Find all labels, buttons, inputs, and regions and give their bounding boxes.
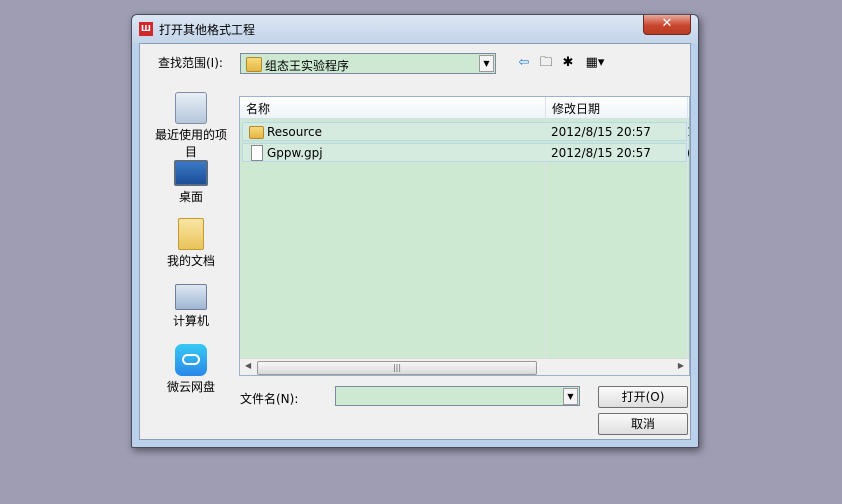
table-row[interactable]: Gppw.gpj 2012/8/15 20:57 ( bbox=[242, 143, 689, 162]
file-extra: ( bbox=[687, 146, 689, 160]
dialog-client: 查找范围(I): 组态王实验程序 ▼ ⇦ 🗀 ✱ ▦▾ 最近使用的项目 桌面 我… bbox=[139, 43, 691, 440]
look-in-value: 组态王实验程序 bbox=[265, 59, 350, 73]
place-documents[interactable]: 我的文档 bbox=[150, 218, 232, 269]
filename-label: 文件名(N): bbox=[240, 392, 299, 406]
place-label: 桌面 bbox=[178, 190, 203, 204]
folder-icon bbox=[246, 57, 262, 72]
place-recent[interactable]: 最近使用的项目 bbox=[150, 92, 232, 160]
view-menu-icon[interactable]: ▦▾ bbox=[581, 54, 609, 72]
desktop-icon bbox=[174, 160, 208, 186]
look-in-combo[interactable]: 组态王实验程序 ▼ bbox=[240, 53, 496, 74]
scroll-left-icon[interactable]: ◀ bbox=[245, 361, 251, 370]
up-folder-icon[interactable]: 🗀 bbox=[537, 54, 555, 72]
computer-icon bbox=[175, 284, 207, 310]
scroll-right-icon[interactable]: ▶ bbox=[678, 361, 684, 370]
scroll-thumb[interactable]: ||| bbox=[257, 361, 537, 375]
sort-arrow-icon: ⌃ bbox=[390, 96, 397, 103]
new-folder-icon[interactable]: ✱ bbox=[559, 54, 577, 72]
place-cloud[interactable]: 微云网盘 bbox=[150, 344, 232, 395]
file-extra: 1 bbox=[687, 125, 689, 139]
chevron-down-icon[interactable]: ▼ bbox=[563, 388, 578, 405]
place-label: 我的文档 bbox=[166, 254, 215, 268]
list-header: 名称 ⌃ 修改日期 bbox=[240, 97, 689, 119]
close-button[interactable]: ✕ bbox=[643, 15, 691, 35]
folder-icon bbox=[249, 126, 264, 139]
file-date: 2012/8/15 20:57 bbox=[551, 125, 651, 139]
app-icon: Ш bbox=[139, 22, 153, 36]
place-label: 最近使用的项目 bbox=[154, 128, 227, 159]
places-bar: 最近使用的项目 桌面 我的文档 计算机 微云网盘 bbox=[150, 92, 232, 395]
dialog-title: 打开其他格式工程 bbox=[159, 23, 256, 37]
recent-icon bbox=[175, 92, 207, 124]
open-dialog: Ш 打开其他格式工程 ✕ 查找范围(I): 组态王实验程序 ▼ ⇦ 🗀 ✱ ▦▾… bbox=[131, 14, 699, 448]
column-name-header[interactable]: 名称 bbox=[246, 100, 270, 117]
column-modified-header[interactable]: 修改日期 bbox=[552, 100, 600, 117]
file-date: 2012/8/15 20:57 bbox=[551, 146, 651, 160]
place-label: 微云网盘 bbox=[166, 380, 215, 394]
horizontal-scrollbar[interactable]: ◀ ||| ▶ bbox=[240, 358, 689, 375]
chevron-down-icon[interactable]: ▼ bbox=[479, 55, 494, 72]
place-desktop[interactable]: 桌面 bbox=[150, 160, 232, 205]
table-row[interactable]: Resource 2012/8/15 20:57 1 bbox=[242, 122, 689, 141]
filename-combo[interactable]: ▼ bbox=[335, 386, 580, 406]
file-list[interactable]: 名称 ⌃ 修改日期 Resource 2012/8/15 20:57 1 Gpp… bbox=[239, 96, 690, 376]
file-name: Resource bbox=[267, 125, 323, 139]
file-icon bbox=[251, 145, 263, 161]
place-computer[interactable]: 计算机 bbox=[150, 284, 232, 329]
cloud-drive-icon bbox=[175, 344, 207, 376]
open-button[interactable]: 打开(O) bbox=[598, 386, 688, 408]
back-arrow-icon[interactable]: ⇦ bbox=[515, 54, 533, 72]
place-label: 计算机 bbox=[172, 314, 209, 328]
look-in-label: 查找范围(I): bbox=[158, 56, 223, 70]
cancel-button[interactable]: 取消 bbox=[598, 413, 688, 435]
title-bar[interactable]: Ш 打开其他格式工程 ✕ bbox=[132, 15, 698, 43]
file-name: Gppw.gpj bbox=[267, 146, 323, 160]
documents-icon bbox=[178, 218, 204, 250]
